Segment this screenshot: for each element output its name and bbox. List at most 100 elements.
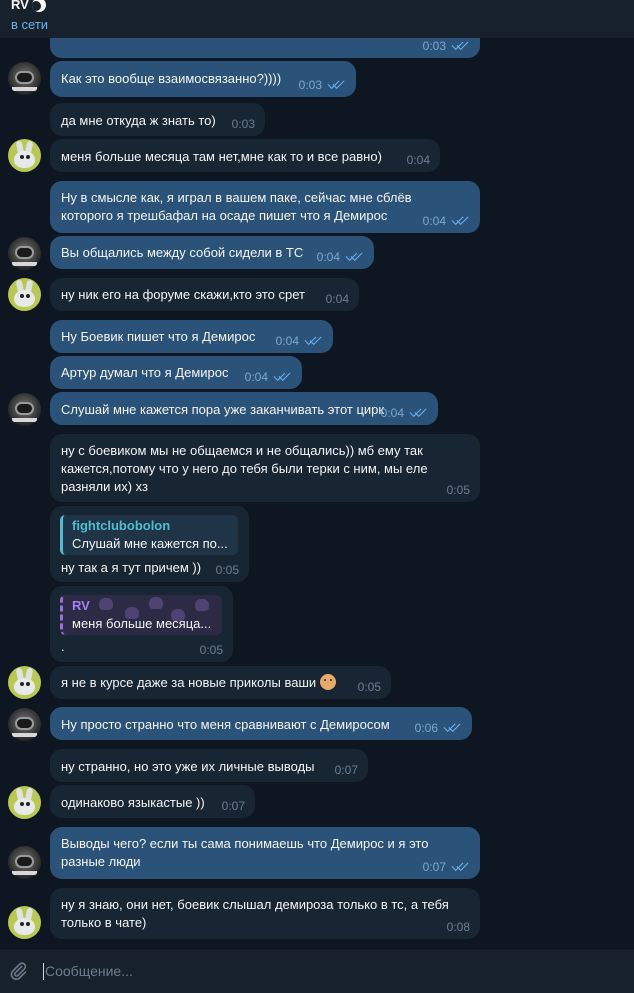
message-bubble[interactable]: Вы общались между собой сидели в ТС 0:04 xyxy=(50,236,374,269)
avatar-rv[interactable] xyxy=(8,846,41,879)
chat-window: 0:03 Как это вообще взаимосвязанно?)))) … xyxy=(0,0,634,993)
message-bubble[interactable]: я не в курсе даже за новые приколы ваши … xyxy=(50,666,391,699)
reply-author: fightclubobolon xyxy=(72,518,171,533)
message-meta: 0:07 xyxy=(222,800,245,812)
message-text-line-1: Ну в смысле как, я играл в вашем паке, с… xyxy=(61,190,412,205)
message-bubble[interactable]: Ну в смысле как, я играл в вашем паке, с… xyxy=(50,181,480,233)
status-emoji-icon xyxy=(31,0,46,12)
message-meta: 0:04 xyxy=(326,293,349,305)
message-meta: 0:04 xyxy=(407,154,430,166)
message-text: да мне откуда ж знать то) xyxy=(61,113,216,128)
read-checkmarks-icon xyxy=(408,408,428,418)
paw-pattern-icon xyxy=(99,598,113,610)
message-time: 0:06 xyxy=(414,721,438,735)
message-bubble[interactable]: ну странно, но это уже их личные выводы … xyxy=(50,749,368,782)
message-meta: 0:05 xyxy=(216,564,239,576)
message-composer xyxy=(0,948,634,993)
avatar-rv[interactable] xyxy=(8,393,41,426)
message-bubble[interactable]: да мне откуда ж знать то) 0:03 xyxy=(50,103,265,136)
message-meta: 0:07 xyxy=(335,764,358,776)
message-bubble[interactable]: Слушай мне кажется пора уже заканчивать … xyxy=(50,392,438,425)
reply-quote[interactable]: RV меня больше месяца... xyxy=(60,595,222,635)
message-meta: 0:03 xyxy=(423,40,470,52)
message-time: 0:04 xyxy=(316,250,340,264)
message-meta: 0:05 xyxy=(358,681,381,693)
message-text: ну странно, но это уже их личные выводы xyxy=(61,759,315,774)
message-meta: 0:04 xyxy=(317,251,364,263)
message-text-line-1: Выводы чего? если ты сама понимаешь что … xyxy=(61,836,429,851)
message-text: . xyxy=(61,639,65,654)
avatar-rv[interactable] xyxy=(8,237,41,270)
text-cursor xyxy=(43,963,44,980)
message-bubble[interactable]: ну ник его на форуме скажи,кто это срет … xyxy=(50,278,359,311)
message-bubble[interactable]: ну я знаю, они нет, боевик слышал демиро… xyxy=(50,888,480,939)
message-time: 0:03 xyxy=(298,78,322,92)
attach-icon[interactable] xyxy=(8,961,28,981)
message-text-line-1: ну с боевиком мы не общаемся и не общали… xyxy=(61,443,423,458)
message-bubble[interactable]: меня больше месяца там нет,мне как то и … xyxy=(50,139,440,172)
message-time: 0:04 xyxy=(244,370,268,384)
message-text: Слушай мне кажется пора уже заканчивать … xyxy=(61,402,385,417)
avatar-contact[interactable] xyxy=(8,278,41,311)
message-time: 0:07 xyxy=(221,799,245,813)
message-bubble[interactable]: fightclubobolon Слушай мне кажется по...… xyxy=(50,506,249,582)
message-time: 0:07 xyxy=(422,860,446,874)
message-time: 0:04 xyxy=(275,334,299,348)
avatar-contact[interactable] xyxy=(8,139,41,172)
message-text-line-3: разняли их) хз xyxy=(61,479,148,494)
message-bubble[interactable]: Артур думал что я Демирос 0:04 xyxy=(50,356,302,389)
read-checkmarks-icon xyxy=(272,372,292,382)
contact-status: в сети xyxy=(11,17,49,32)
message-bubble[interactable]: RV меня больше месяца... . 0:05 xyxy=(50,586,233,662)
message-text: Как это вообще взаимосвязанно?)))) xyxy=(61,71,282,86)
message-meta: 0:03 xyxy=(299,79,346,91)
message-meta: 0:05 xyxy=(447,484,470,496)
message-time: 0:04 xyxy=(380,406,404,420)
message-text: Ну Боевик пишет что я Демирос xyxy=(61,329,256,344)
reply-text: Слушай мне кажется по... xyxy=(72,536,228,551)
message-meta: 0:04 xyxy=(245,371,292,383)
avatar-contact[interactable] xyxy=(8,786,41,819)
message-text: Вы общались между собой сидели в ТС xyxy=(61,245,304,260)
message-text: я не в курсе даже за новые приколы ваши xyxy=(61,675,317,690)
message-text-line-2: кажется,потому что у него до тебя были т… xyxy=(61,461,428,476)
message-bubble[interactable]: Выводы чего? если ты сама понимаешь что … xyxy=(50,827,480,879)
message-bubble[interactable]: Ну просто странно что меня сравнивают с … xyxy=(50,707,472,740)
message-time: 0:05 xyxy=(357,680,381,694)
message-meta: 0:04 xyxy=(381,407,428,419)
message-meta: 0:03 xyxy=(232,118,255,130)
message-meta: 0:04 xyxy=(423,215,470,227)
message-bubble[interactable]: Ну Боевик пишет что я Демирос 0:04 xyxy=(50,320,333,353)
avatar-rv[interactable] xyxy=(8,708,41,741)
message-bubble[interactable]: одинаково языкастые )) 0:07 xyxy=(50,785,255,818)
message-text: меня больше месяца там нет,мне как то и … xyxy=(61,149,382,164)
message-text-line-2: которого я трешбафал на осаде пишет что … xyxy=(61,208,388,223)
read-checkmarks-icon xyxy=(450,216,470,226)
paw-pattern-icon xyxy=(195,599,209,611)
contact-name-row: RV xyxy=(11,0,46,12)
avatar-rv[interactable] xyxy=(8,62,41,95)
message-time: 0:03 xyxy=(422,39,446,53)
message-input[interactable] xyxy=(42,957,622,985)
message-text: одинаково языкастые )) xyxy=(61,795,205,810)
read-checkmarks-icon xyxy=(450,41,470,51)
reply-quote[interactable]: fightclubobolon Слушай мне кажется по... xyxy=(60,515,238,555)
message-meta: 0:05 xyxy=(200,644,223,656)
message-bubble[interactable]: ну с боевиком мы не общаемся и не общали… xyxy=(50,434,480,502)
avatar-contact[interactable] xyxy=(8,666,41,699)
message-time: 0:03 xyxy=(231,117,255,131)
message-bubble[interactable]: Как это вообще взаимосвязанно?)))) 0:03 xyxy=(50,61,356,97)
message-meta: 0:04 xyxy=(276,335,323,347)
message-meta: 0:07 xyxy=(423,861,470,873)
avatar-contact[interactable] xyxy=(8,906,41,939)
emoji-icon xyxy=(320,674,337,690)
read-checkmarks-icon xyxy=(450,862,470,872)
message-time: 0:04 xyxy=(406,153,430,167)
message-time: 0:05 xyxy=(199,643,223,657)
message-meta: 0:06 xyxy=(415,722,462,734)
message-time: 0:07 xyxy=(334,763,358,777)
chat-header[interactable]: RV в сети xyxy=(0,0,634,38)
read-checkmarks-icon xyxy=(344,252,364,262)
message-text: ну так а я тут причем )) xyxy=(61,560,202,575)
message-list[interactable]: 0:03 Как это вообще взаимосвязанно?)))) … xyxy=(0,0,634,948)
